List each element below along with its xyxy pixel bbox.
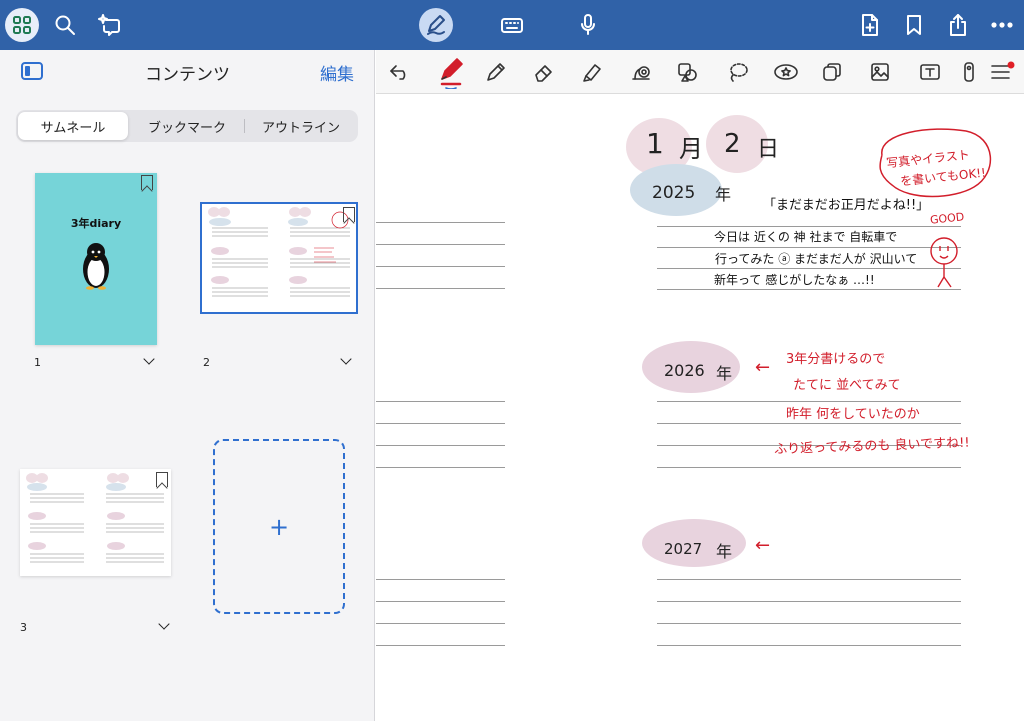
page-3-preview	[26, 473, 164, 563]
ruled-line	[376, 401, 505, 402]
shape-tool-icon[interactable]	[628, 58, 656, 86]
drawing-toolbar	[376, 50, 1024, 94]
ruled-line	[657, 601, 961, 602]
eraser-icon[interactable]	[530, 58, 558, 86]
more-icon[interactable]	[985, 8, 1019, 42]
ruled-line	[376, 601, 505, 602]
ruled-line	[376, 288, 505, 289]
share-icon[interactable]	[941, 8, 975, 42]
ruled-line	[657, 623, 961, 624]
chevron-down-icon[interactable]	[158, 618, 170, 630]
chevron-down-icon[interactable]	[340, 353, 352, 365]
ruled-line	[657, 289, 961, 290]
entry-line-3: 新年って 感じがしたなぁ …!!	[714, 273, 875, 287]
year-unit: 年	[715, 185, 732, 204]
lasso-icon[interactable]	[724, 58, 752, 86]
good-label: GOOD	[929, 210, 965, 227]
sidebar-title: コンテンツ	[145, 65, 230, 85]
text-box-icon[interactable]	[916, 58, 944, 86]
grid-icon[interactable]	[5, 8, 39, 42]
ruled-line	[376, 244, 505, 245]
ruled-line	[376, 445, 505, 446]
year-label: 2027	[664, 540, 703, 558]
year-unit: 年	[716, 364, 733, 383]
tab-outline[interactable]: アウトライン	[246, 112, 356, 140]
image-icon[interactable]	[866, 58, 894, 86]
memo-line-2: たてに 並べてみて	[793, 378, 901, 393]
cover-title: 3年diary	[70, 217, 122, 230]
contents-sidebar: コンテンツ 編集 サムネール ブックマーク アウトライン 3年diary 1 2…	[0, 50, 375, 721]
chevron-down-icon[interactable]	[143, 353, 155, 365]
element-icon[interactable]	[818, 58, 846, 86]
arrow-mark: ←	[755, 535, 771, 556]
ruled-line	[657, 268, 961, 269]
ruled-line	[376, 222, 505, 223]
date-month: 1	[646, 127, 664, 160]
page-thumbnail-3[interactable]	[20, 469, 171, 576]
memo-line-4: ふり返ってみるのも 良いですね!!	[773, 435, 970, 458]
edit-button[interactable]: 編集	[320, 60, 354, 85]
entry-line-1: 今日は 近くの 神 社まで 自転車で	[714, 230, 898, 244]
ruled-line	[376, 645, 505, 646]
ruled-line	[657, 579, 961, 580]
year-unit: 年	[716, 542, 733, 561]
fountain-pen-icon[interactable]	[434, 54, 468, 90]
date-month-unit: 月	[679, 135, 703, 163]
entry-line-2: 行ってみた ⓐ まだまだ人が 沢山いて	[715, 252, 918, 266]
shapes-icon[interactable]	[674, 58, 702, 86]
ruled-line	[376, 423, 505, 424]
ruled-line	[657, 423, 961, 424]
year-label: 2026	[664, 361, 705, 380]
top-bar	[0, 0, 1024, 50]
page-number: 3	[20, 621, 27, 634]
tab-thumbnails[interactable]: サムネール	[18, 112, 128, 140]
page-thumbnail-1[interactable]: 3年diary	[35, 173, 157, 345]
date-day: 2	[724, 129, 741, 159]
pencil-icon[interactable]	[482, 58, 510, 86]
ruled-line	[657, 401, 961, 402]
search-icon[interactable]	[48, 8, 82, 42]
ruled-line	[376, 467, 505, 468]
ruled-line	[376, 579, 505, 580]
pen-mode-icon[interactable]	[419, 8, 453, 42]
stick-figure-drawing	[930, 237, 958, 288]
add-page-icon[interactable]	[853, 8, 887, 42]
undo-icon[interactable]	[386, 58, 414, 86]
penguin-icon	[83, 243, 109, 290]
arrow-mark: ←	[755, 357, 771, 378]
ruled-line	[376, 623, 505, 624]
thumbnail-bookmark-icon[interactable]	[343, 207, 355, 222]
ruled-line	[376, 266, 505, 267]
sticker-icon[interactable]	[772, 58, 800, 86]
ruled-line	[657, 467, 961, 468]
add-page-button[interactable]: +	[213, 439, 345, 614]
year-label: 2025	[652, 183, 696, 203]
ruled-line	[657, 247, 961, 248]
ruled-line	[657, 226, 961, 227]
segment-divider	[244, 119, 245, 133]
thumbnail-bookmark-icon[interactable]	[141, 175, 153, 190]
highlighter-icon[interactable]	[578, 58, 606, 86]
bookmark-icon[interactable]	[897, 8, 931, 42]
page-number: 2	[203, 356, 210, 369]
keyboard-icon[interactable]	[495, 8, 529, 42]
view-segmented-control: サムネール ブックマーク アウトライン	[16, 110, 358, 142]
ruled-line	[657, 645, 961, 646]
page-thumbnail-2[interactable]	[200, 202, 358, 314]
microphone-icon[interactable]	[571, 8, 605, 42]
page-number: 1	[34, 356, 41, 369]
ai-sparkle-icon[interactable]	[93, 8, 127, 42]
page-2-preview	[208, 207, 350, 297]
thumbnail-bookmark-icon[interactable]	[156, 472, 168, 487]
tab-bookmarks[interactable]: ブックマーク	[131, 112, 243, 140]
memo-line-3: 昨年 何をしていたのか	[786, 407, 920, 422]
note-canvas[interactable]: 1 月 2 日 2025 年 「まだまだお正月だよね!!」 今日は 近くの 神 …	[376, 95, 1024, 721]
toolbar-menu-icon[interactable]	[988, 58, 1016, 86]
memo-line-1: 3年分書けるので	[786, 352, 886, 367]
date-day-unit: 日	[757, 137, 780, 162]
laser-pointer-icon[interactable]	[961, 58, 977, 86]
